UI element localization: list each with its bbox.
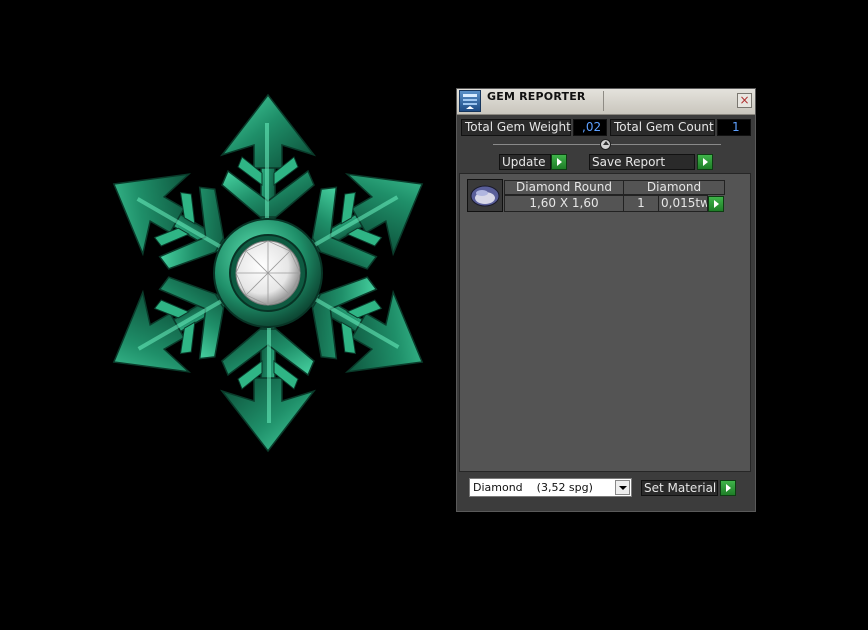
chevron-down-icon[interactable] — [615, 480, 630, 495]
panel-title: GEM REPORTER — [487, 90, 586, 103]
gem-name-cell[interactable]: Diamond Round — [504, 180, 624, 195]
material-select[interactable]: Diamond (3,52 spg) — [469, 478, 632, 497]
gem-count-cell[interactable]: 1 — [623, 195, 659, 212]
set-material-button[interactable]: Set Material — [641, 480, 718, 496]
round-diamond-icon[interactable] — [467, 179, 503, 212]
total-gem-weight-value: ,02 — [573, 119, 607, 136]
save-report-button[interactable]: Save Report — [589, 154, 695, 170]
gem-reporter-icon — [459, 90, 481, 112]
total-gem-count-label: Total Gem Count — [610, 119, 715, 136]
material-select-value: Diamond (3,52 spg) — [473, 481, 593, 494]
save-report-go-icon[interactable] — [697, 154, 713, 170]
total-gem-weight-label: Total Gem Weight — [461, 119, 571, 136]
gem-list[interactable]: Diamond Round Diamond 1,60 X 1,60 1 0,01… — [459, 173, 751, 472]
set-material-go-icon[interactable] — [720, 480, 736, 496]
update-button[interactable]: Update — [499, 154, 551, 170]
gem-size-cell[interactable]: 1,60 X 1,60 — [504, 195, 624, 212]
panel-titlebar[interactable]: GEM REPORTER × — [457, 89, 755, 115]
update-go-icon[interactable] — [551, 154, 567, 170]
gem-row-go-icon[interactable] — [708, 196, 724, 212]
gem-material-cell[interactable]: Diamond — [623, 180, 725, 195]
zoom-slider-knob[interactable] — [600, 139, 611, 150]
gem-weight-cell[interactable]: 0,015tw — [658, 195, 708, 212]
close-icon[interactable]: × — [737, 93, 752, 108]
titlebar-divider — [603, 91, 604, 111]
gem-reporter-panel: GEM REPORTER × Total Gem Weight ,02 Tota… — [456, 88, 756, 512]
snowflake-pendant-model[interactable] — [100, 80, 440, 470]
total-gem-count-value: 1 — [717, 119, 751, 136]
